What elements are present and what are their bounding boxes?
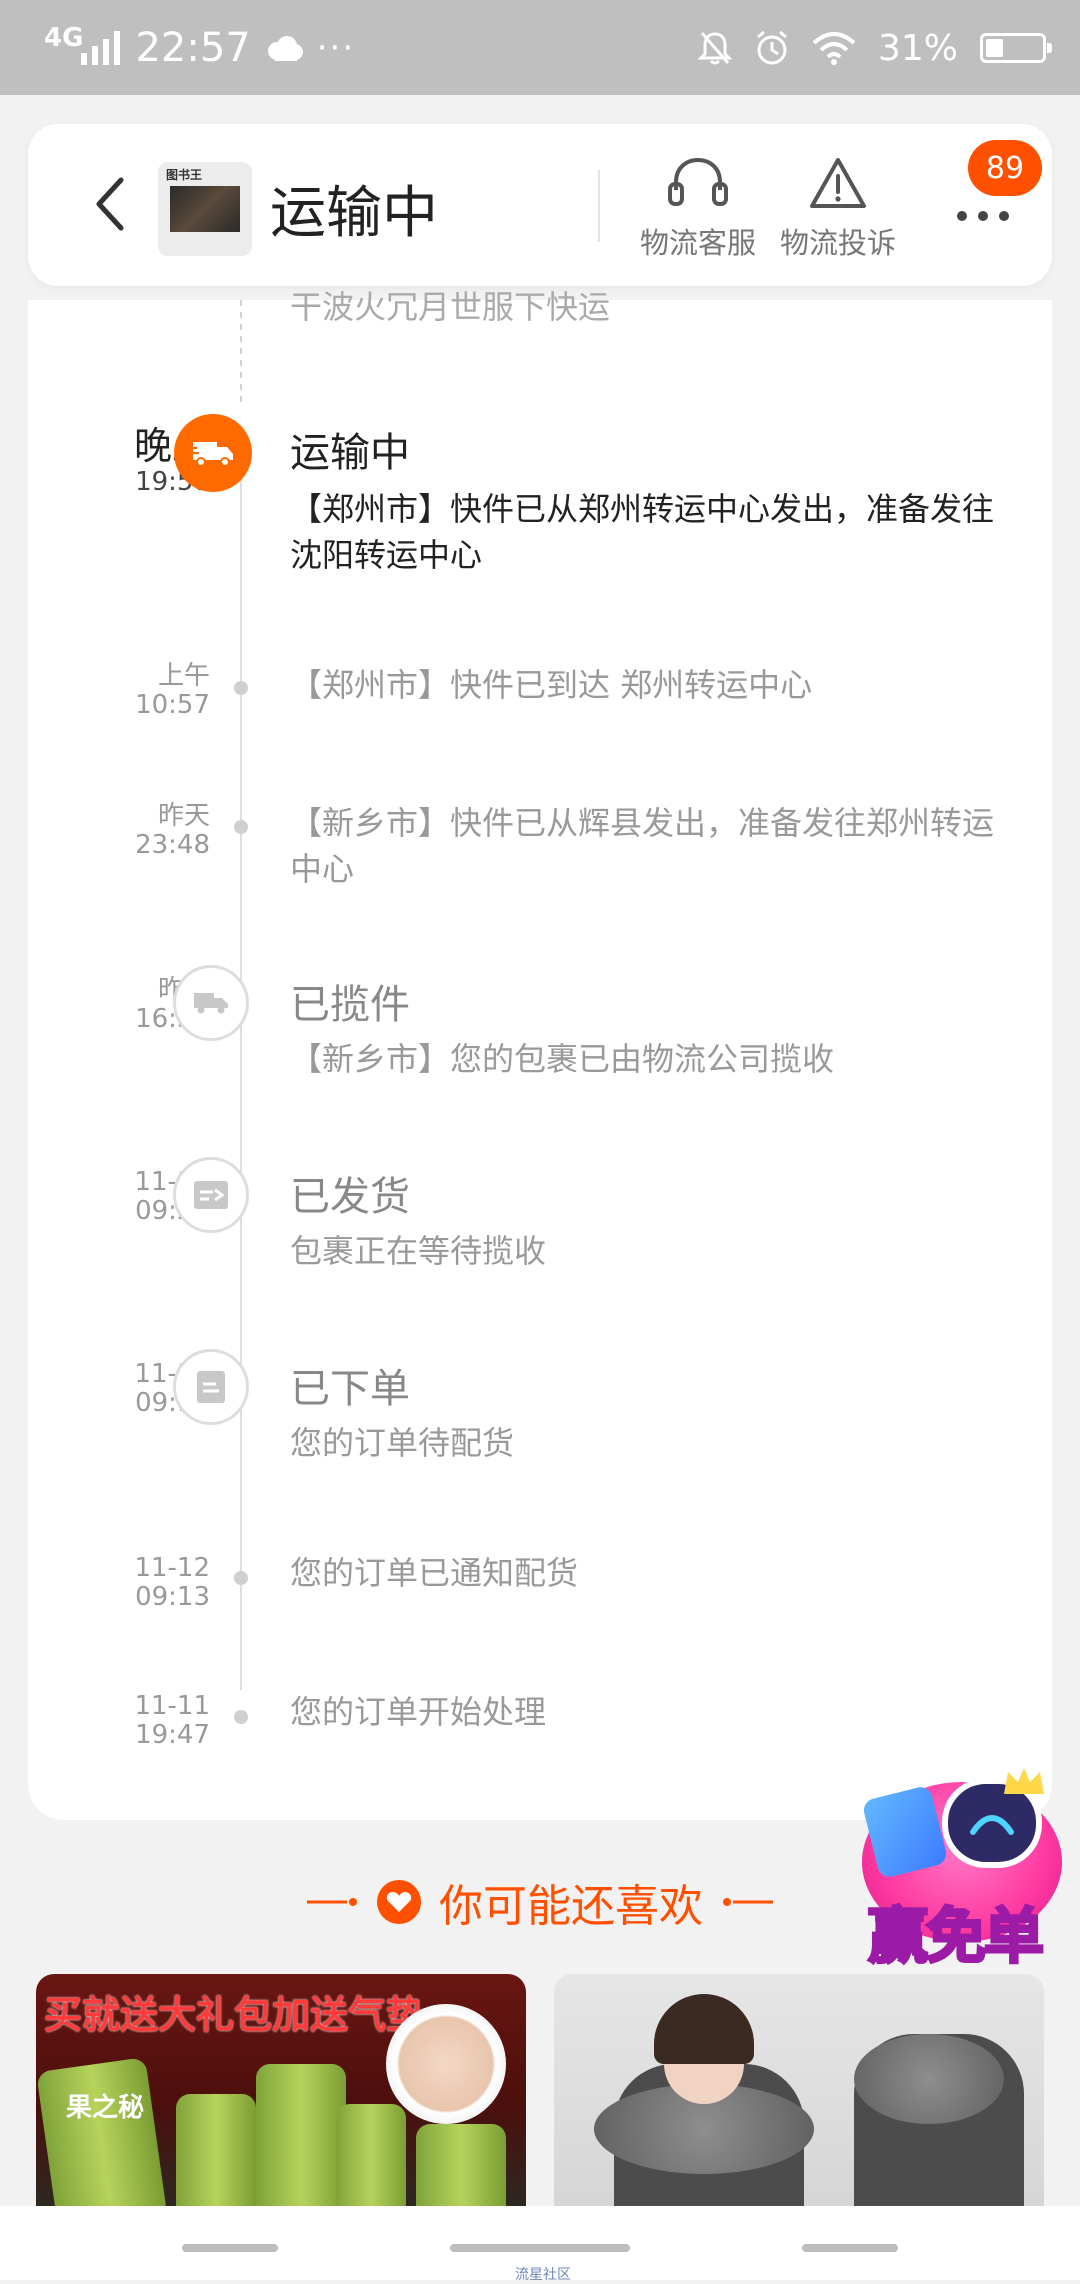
event-time-clock: 10:57 <box>135 689 210 720</box>
product-bottle <box>336 2104 406 2214</box>
battery-percent: 31% <box>877 27 958 69</box>
product-bottle <box>176 2094 256 2214</box>
picked-up-node <box>173 965 249 1041</box>
logistics-service-label: 物流客服 <box>639 226 756 260</box>
product-card[interactable]: 买就送大礼包加送气垫 果之秘 <box>36 1974 526 2214</box>
logistics-complaint-button[interactable]: 物流投诉 <box>768 152 908 262</box>
battery-icon <box>980 33 1052 63</box>
event-description: 您的订单待配货 <box>290 1424 515 1462</box>
event-time-label: 上午 <box>157 661 210 691</box>
more-dots-icon <box>957 211 1009 221</box>
recommend-title: 你可能还喜欢 <box>439 1881 703 1932</box>
status-bar: 4G 22:57 ··· 31% <box>0 0 1080 95</box>
event-time: 上午 10:57 <box>70 662 210 719</box>
crown-icon <box>1004 1768 1044 1794</box>
system-nav-bar: 流星社区 <box>0 2206 1080 2283</box>
event-time-clock: 23:48 <box>135 829 210 860</box>
event-time-clock: 19:47 <box>135 1719 210 1750</box>
nav-back-button[interactable] <box>802 2244 898 2252</box>
product-promo-text: 买就送大礼包加送气垫 <box>44 1993 425 2037</box>
ordered-node <box>173 1349 249 1425</box>
clock: 22:57 <box>135 25 251 71</box>
thumb-label: 图书王 <box>166 168 203 182</box>
event-description: 【新乡市】您的包裹已由物流公司揽收 <box>290 1040 835 1078</box>
truck-icon <box>191 442 233 467</box>
nav-menu-button[interactable] <box>182 2244 278 2252</box>
free-order-promo-button[interactable]: 赢免单 <box>861 1762 1072 1982</box>
event-description: 【新乡市】快件已从辉县发出，准备发往郑州转运中心 <box>290 804 995 889</box>
product-brand: 果之秘 <box>66 2093 145 2123</box>
logistics-header: 图书王 运输中 物流客服 物流投诉 89 <box>28 124 1052 286</box>
timeline-clipped-text: 干波火冗月世服下快运 <box>290 288 611 326</box>
wifi-icon <box>812 32 856 65</box>
event-status: 已揽件 <box>290 982 410 1028</box>
product-thumbnail[interactable]: 图书王 <box>158 162 252 256</box>
event-time: 11-11 19:47 <box>70 1692 210 1749</box>
timeline-dot <box>234 1710 248 1724</box>
event-time: 11-12 09:13 <box>70 1554 210 1611</box>
nav-home-button[interactable] <box>450 2244 630 2252</box>
shipped-node <box>173 1157 249 1233</box>
back-button[interactable] <box>80 174 140 234</box>
model-hair <box>654 1994 754 2064</box>
message-count-badge: 89 <box>968 140 1042 196</box>
timeline-dot <box>234 681 248 695</box>
weather-cloud-icon <box>267 36 303 61</box>
document-icon <box>197 1371 225 1403</box>
product-bottle <box>36 2057 166 2214</box>
mute-bell-icon <box>697 32 732 65</box>
product-bottle <box>256 2064 346 2214</box>
event-time: 昨天 23:48 <box>70 802 210 859</box>
heading-deco-right <box>721 1896 773 1908</box>
signal-icon <box>81 31 121 65</box>
event-description: 您的订单已通知配货 <box>290 1554 579 1592</box>
event-description: 包裹正在等待揽收 <box>290 1232 547 1270</box>
truck-outline-icon <box>194 993 228 1014</box>
cushion-compact-image <box>386 2004 506 2124</box>
header-divider <box>598 170 600 242</box>
event-status: 已发货 <box>290 1174 410 1220</box>
logistics-timeline: 干波火冗月世服下快运 晚上 19:58 运输中 【郑州市】快件已从郑州转运中心发… <box>28 288 1052 1820</box>
warning-icon <box>810 158 866 208</box>
status-more-icon: ··· <box>316 28 356 68</box>
more-button[interactable] <box>948 196 1018 236</box>
truck-icon-active <box>174 414 252 492</box>
watermark-caption: 流星社区 <box>515 2267 571 2283</box>
event-description: 【郑州市】快件已到达 郑州转运中心 <box>290 666 813 704</box>
free-order-label: 赢免单 <box>867 1901 1046 1974</box>
event-time-label: 11-12 <box>134 1553 210 1583</box>
alarm-icon <box>757 30 787 65</box>
timeline-line-dashed <box>240 300 242 408</box>
product-card[interactable] <box>554 1974 1044 2214</box>
timeline-dot <box>234 820 248 834</box>
timeline-line <box>240 448 242 1690</box>
product-bottle <box>416 2124 506 2214</box>
event-description: 【郑州市】快件已从郑州转运中心发出，准备发往沈阳转运中心 <box>290 490 995 575</box>
logistics-service-button[interactable]: 物流客服 <box>628 152 768 262</box>
chevron-left-icon <box>96 177 124 231</box>
heart-icon <box>377 1880 421 1924</box>
event-status: 运输中 <box>290 430 410 476</box>
battery-fill <box>986 39 1003 57</box>
headset-icon <box>668 157 728 206</box>
logistics-complaint-label: 物流投诉 <box>779 226 896 260</box>
heading-deco-left <box>307 1896 359 1908</box>
event-description: 您的订单开始处理 <box>290 1693 547 1731</box>
timeline-dot <box>234 1571 248 1585</box>
thumb-image <box>170 186 240 232</box>
event-status: 已下单 <box>290 1366 410 1412</box>
shipment-icon <box>194 1181 228 1209</box>
network-type: 4G <box>44 23 84 53</box>
fur-hood <box>854 2034 1004 2124</box>
event-time-label: 11-11 <box>134 1691 210 1721</box>
page-title: 运输中 <box>270 181 438 246</box>
event-time-label: 昨天 <box>157 801 210 831</box>
event-time-clock: 09:13 <box>135 1581 210 1612</box>
